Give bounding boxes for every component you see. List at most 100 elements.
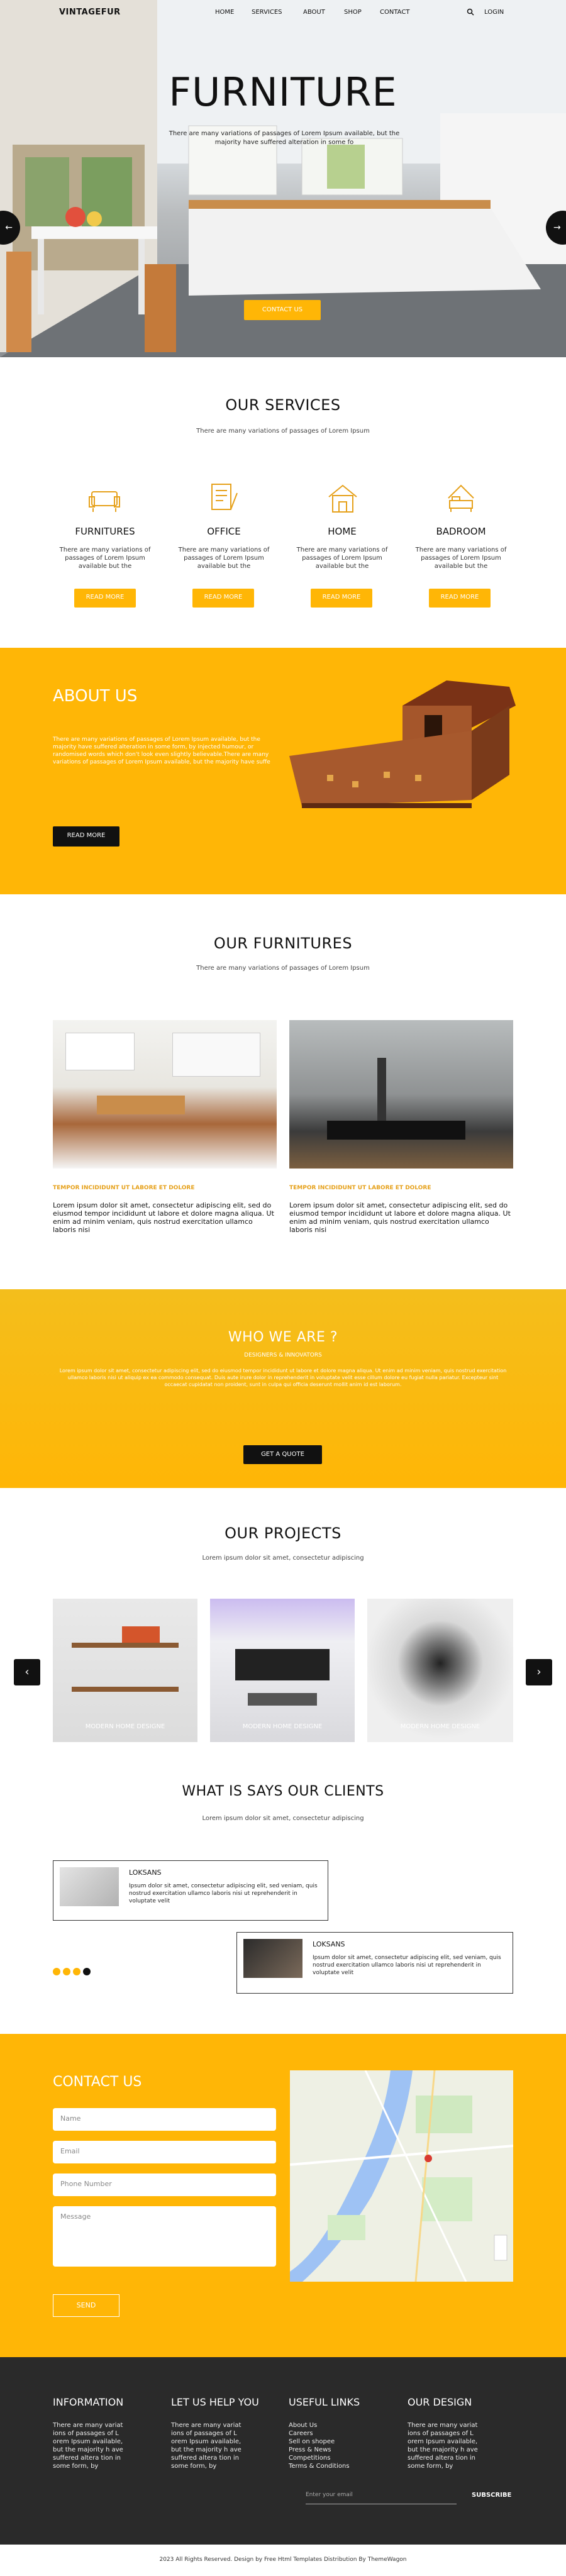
projects-next-button[interactable]: ›: [526, 1659, 552, 1685]
service-home-read-more[interactable]: READ MORE: [311, 589, 372, 608]
service-badroom-text: There are many variations of passages of…: [415, 547, 507, 570]
service-office-text: There are many variations of passages of…: [178, 547, 270, 570]
footer-link-about[interactable]: About Us: [289, 2421, 350, 2429]
footer-link-terms[interactable]: Terms & Conditions: [289, 2462, 350, 2470]
about-title: ABOUT US: [53, 687, 138, 706]
carousel-dot-2[interactable]: [63, 1968, 70, 1975]
carousel-dot-4[interactable]: [83, 1968, 91, 1975]
name-field[interactable]: Name: [53, 2108, 276, 2131]
navbar: VINTAGEFUR HOME SERVICES ABOUT SHOP CONT…: [0, 0, 566, 25]
contact-section: CONTACT US Name Email Phone Number Messa…: [0, 2034, 566, 2357]
arrow-right-icon: →: [553, 223, 561, 233]
about-read-more-button[interactable]: READ MORE: [53, 826, 119, 847]
contact-title: CONTACT US: [53, 2074, 142, 2090]
projects-subtitle: Lorem ipsum dolor sit amet, consectetur …: [202, 1555, 364, 1562]
sink-photo: [289, 1020, 513, 1169]
subscribe-button[interactable]: SUBSCRIBE: [472, 2492, 511, 2499]
furniture-caption-2: TEMPOR INCIDIDUNT UT LABORE ET DOLORE: [289, 1185, 431, 1191]
footer-link-sell[interactable]: Sell on shopee: [289, 2438, 350, 2446]
footer-links-list: About Us Careers Sell on shopee Press & …: [289, 2421, 350, 2470]
about-text: There are many variations of passages of…: [53, 736, 270, 765]
nav-about[interactable]: ABOUT: [303, 9, 325, 16]
get-quote-button[interactable]: GET A QUOTE: [243, 1445, 322, 1464]
phone-field[interactable]: Phone Number: [53, 2174, 276, 2196]
furnitures-section: OUR FURNITURES There are many variations…: [0, 894, 566, 1289]
sofa-icon: [89, 491, 120, 512]
home-icon: [328, 484, 357, 513]
bedroom-icon: [448, 484, 474, 512]
who-subtitle: DESIGNERS & INNOVATORS: [244, 1352, 322, 1358]
projects-section: OUR PROJECTS Lorem ipsum dolor sit amet,…: [0, 1488, 566, 1745]
client-name-1: LOKSANS: [129, 1868, 162, 1877]
nav-shop[interactable]: SHOP: [344, 9, 362, 16]
copyright-text: 2023 All Rights Reserved. Design by Free…: [159, 2557, 407, 2563]
project-label-1: MODERN HOME DESIGNE: [85, 1723, 165, 1730]
search-icon[interactable]: [467, 8, 474, 16]
chevron-left-icon: ‹: [25, 1665, 30, 1679]
arrow-left-icon: ←: [5, 223, 13, 233]
footer-link-competitions[interactable]: Competitions: [289, 2454, 350, 2462]
services-title: OUR SERVICES: [225, 396, 341, 414]
furnitures-title: OUR FURNITURES: [213, 935, 353, 952]
projects-prev-button[interactable]: ‹: [14, 1659, 40, 1685]
hero-text: There are many variations of passages of…: [169, 130, 400, 146]
site-logo[interactable]: VINTAGEFUR: [59, 8, 121, 17]
project-label-2: MODERN HOME DESIGNE: [242, 1723, 323, 1730]
project-card-1[interactable]: MODERN HOME DESIGNE: [53, 1599, 197, 1742]
furniture-text-2: Lorem ipsum dolor sit amet, consectetur …: [289, 1201, 511, 1234]
nav-home[interactable]: HOME: [215, 9, 234, 16]
clients-subtitle: Lorem ipsum dolor sit amet, consectetur …: [202, 1815, 364, 1822]
nav-services[interactable]: SERVICES: [252, 9, 282, 16]
client-avatar-2: [243, 1939, 302, 1978]
chevron-right-icon: ›: [536, 1665, 541, 1679]
footer-email-input[interactable]: Enter your email: [306, 2492, 457, 2504]
client-card-1: LOKSANS Ipsum dolor sit amet, consectetu…: [53, 1860, 328, 1921]
copyright-bar: 2023 All Rights Reserved. Design by Free…: [0, 2545, 566, 2576]
footer-information-title: INFORMATION: [53, 2396, 124, 2408]
service-badroom-title: BADROOM: [436, 526, 486, 537]
send-button[interactable]: SEND: [53, 2294, 119, 2317]
wooden-cradle-image: [289, 680, 516, 808]
who-title: WHO WE ARE ?: [228, 1330, 338, 1345]
nav-contact[interactable]: CONTACT: [380, 9, 409, 16]
service-furnitures-text: There are many variations of passages of…: [59, 547, 151, 570]
project-label-3: MODERN HOME DESIGNE: [400, 1723, 480, 1730]
carousel-dot-1[interactable]: [53, 1968, 60, 1975]
furniture-caption-1: TEMPOR INCIDIDUNT UT LABORE ET DOLORE: [53, 1185, 195, 1191]
nav-login[interactable]: LOGIN: [484, 9, 504, 16]
footer-design-title: OUR DESIGN: [408, 2396, 472, 2408]
about-section: ABOUT US There are many variations of pa…: [0, 648, 566, 894]
furnitures-subtitle: There are many variations of passages of…: [196, 965, 370, 972]
service-furnitures-read-more[interactable]: READ MORE: [74, 589, 136, 608]
hero-contact-button[interactable]: CONTACT US: [244, 300, 321, 320]
office-desk-icon: [211, 484, 238, 510]
project-card-3[interactable]: MODERN HOME DESIGNE: [367, 1599, 513, 1742]
footer-help-title: LET US HELP YOU: [171, 2396, 259, 2408]
carousel-dot-3[interactable]: [73, 1968, 80, 1975]
project-card-2[interactable]: MODERN HOME DESIGNE: [210, 1599, 355, 1742]
hero-section: VINTAGEFUR HOME SERVICES ABOUT SHOP CONT…: [0, 0, 566, 357]
service-home-title: HOME: [328, 526, 357, 537]
footer-link-press[interactable]: Press & News: [289, 2446, 350, 2454]
service-office-title: OFFICE: [207, 526, 241, 537]
furniture-text-1: Lorem ipsum dolor sit amet, consectetur …: [53, 1201, 274, 1234]
footer: INFORMATION LET US HELP YOU USEFUL LINKS…: [0, 2357, 566, 2576]
projects-title: OUR PROJECTS: [225, 1524, 341, 1542]
footer-links-title: USEFUL LINKS: [289, 2396, 360, 2408]
who-text: Lorem ipsum dolor sit amet, consectetur …: [59, 1368, 507, 1387]
who-section: WHO WE ARE ? DESIGNERS & INNOVATORS Lore…: [0, 1289, 566, 1488]
client-card-2: LOKSANS Ipsum dolor sit amet, consectetu…: [236, 1932, 513, 1994]
footer-information-text: There are many variat ions of passages o…: [53, 2422, 123, 2470]
service-badroom-read-more[interactable]: READ MORE: [429, 589, 491, 608]
services-subtitle: There are many variations of passages of…: [196, 428, 370, 435]
footer-design-text: There are many variat ions of passages o…: [408, 2422, 478, 2470]
client-text-2: Ipsum dolor sit amet, consectetur adipis…: [313, 1955, 501, 1976]
footer-link-careers[interactable]: Careers: [289, 2429, 350, 2438]
message-field[interactable]: Message: [53, 2206, 276, 2267]
client-text-1: Ipsum dolor sit amet, consectetur adipis…: [129, 1883, 318, 1904]
kitchen-photo: [53, 1020, 277, 1169]
service-office-read-more[interactable]: READ MORE: [192, 589, 254, 608]
map-embed[interactable]: [290, 2070, 513, 2282]
email-field[interactable]: Email: [53, 2141, 276, 2163]
services-section: OUR SERVICES There are many variations o…: [0, 357, 566, 648]
